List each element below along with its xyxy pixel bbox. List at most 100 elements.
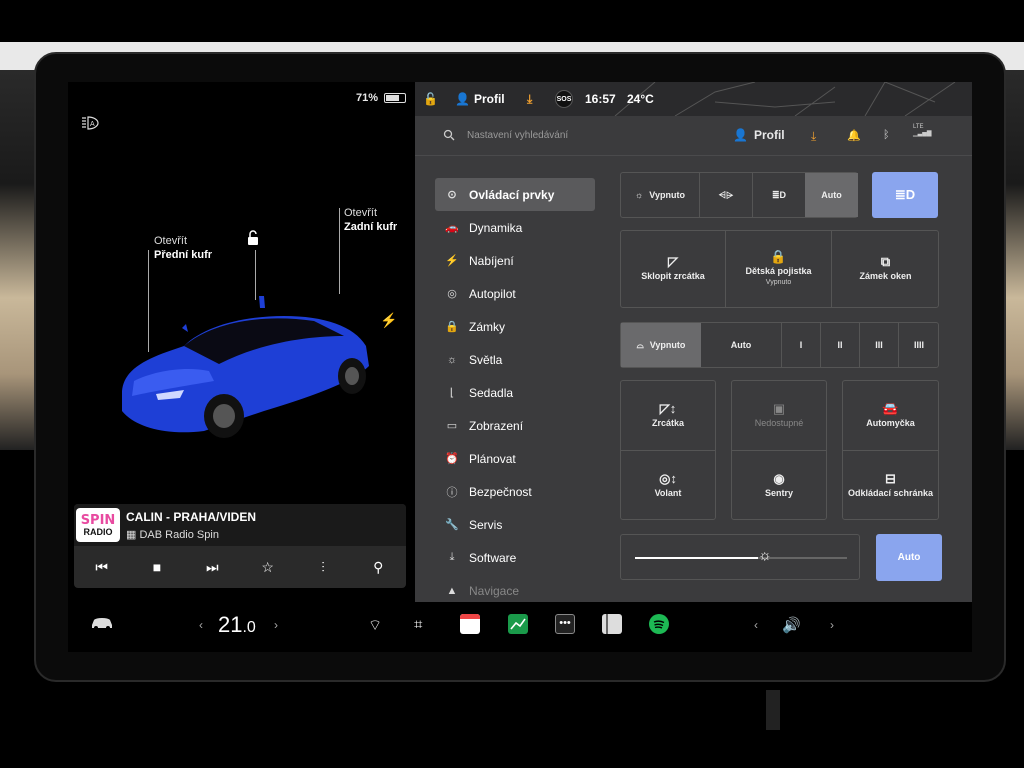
lights-off-button[interactable]: ☼ Vypnuto bbox=[621, 173, 699, 217]
wiper-speed-1[interactable]: I bbox=[782, 323, 820, 367]
media-player: SPIN RADIO CALIN - PRAHA/VIDEN ▦ DAB Rad… bbox=[74, 504, 406, 588]
sun-icon: ☼ bbox=[446, 353, 458, 366]
mirrors-button[interactable]: ◸↕ Zrcátka bbox=[621, 381, 715, 450]
menu-item-11[interactable]: ⤓ Software bbox=[435, 541, 595, 574]
bluetooth-icon[interactable]: ᛒ bbox=[883, 129, 895, 141]
sentry-group: ▣ Nedostupné ◉ Sentry bbox=[731, 380, 827, 520]
lock-status-icon[interactable]: 🔓 bbox=[423, 92, 438, 106]
rear-trunk-label[interactable]: Otevřít Zadní kufr bbox=[344, 206, 397, 234]
dashboard-trim-right bbox=[1004, 70, 1024, 450]
fold-mirrors-button[interactable]: ◸ Sklopit zrcátka bbox=[621, 231, 725, 307]
carwash-button[interactable]: 🚘 Automyčka bbox=[843, 381, 938, 450]
manual-app-icon[interactable] bbox=[602, 614, 622, 634]
brightness-slider[interactable]: ☼ bbox=[620, 534, 860, 580]
favorite-star-icon[interactable]: ☆ bbox=[256, 555, 280, 579]
wiper-speed-3[interactable]: III bbox=[860, 323, 898, 367]
front-trunk-label[interactable]: Otevřít Přední kufr bbox=[154, 234, 212, 262]
menu-item-label: Plánovat bbox=[469, 451, 516, 466]
bell-icon[interactable]: 🔔 bbox=[847, 129, 861, 142]
wipers-auto-button[interactable]: Auto bbox=[701, 323, 781, 367]
menu-item-3[interactable]: ◎ Autopilot bbox=[435, 277, 595, 310]
equalizer-icon[interactable]: ⫶ bbox=[311, 555, 335, 579]
navigation-icon: ▲ bbox=[446, 584, 458, 597]
volume-up-chevron-icon[interactable]: › bbox=[830, 618, 834, 632]
alarm-icon: ⏰ bbox=[445, 453, 459, 465]
calendar-app-icon[interactable] bbox=[460, 614, 480, 634]
download-icon[interactable]: ⤓ bbox=[527, 92, 532, 107]
auto-high-beam-button[interactable]: ≣D bbox=[872, 172, 938, 218]
low-beam-icon[interactable]: ≣D bbox=[753, 173, 805, 217]
child-lock-button[interactable]: 🔒 Dětská pojistka Vypnuto bbox=[726, 231, 831, 307]
menu-item-label: Bezpečnost bbox=[469, 484, 532, 499]
menu-item-label: Navigace bbox=[469, 583, 520, 598]
menu-item-9[interactable]: ⓘ Bezpečnost bbox=[435, 475, 595, 508]
sun-icon: ☼ bbox=[635, 189, 644, 200]
car-wash-icon: 🚘 bbox=[882, 400, 899, 416]
volume-down-chevron-icon[interactable]: ‹ bbox=[754, 618, 758, 632]
menu-item-label: Ovládací prvky bbox=[469, 187, 555, 202]
front-defrost-icon[interactable]: ⌗ bbox=[414, 616, 422, 633]
menu-item-5[interactable]: ☼ Světla bbox=[435, 343, 595, 376]
menu-item-10[interactable]: 🔧 Servis bbox=[435, 508, 595, 541]
profile-icon: 👤 bbox=[733, 128, 748, 142]
glovebox-button[interactable]: ⊟ Odkládací schránka bbox=[843, 451, 938, 520]
wipers-off-button[interactable]: ⌓ Vypnuto bbox=[621, 323, 701, 367]
search-input[interactable]: Nastavení vyhledávání bbox=[467, 130, 568, 141]
auto-headlights-icon[interactable]: A bbox=[80, 116, 100, 130]
menu-item-label: Servis bbox=[469, 517, 503, 532]
settings-search-bar: Nastavení vyhledávání 👤 Profil ⤓ 🔔 ᛒ LTE ▁… bbox=[415, 116, 972, 156]
touchscreen: 71% A Otevřít Přední kufr Otevřít Zadní … bbox=[68, 82, 972, 652]
volume-icon[interactable]: 🔊 bbox=[782, 616, 801, 634]
rear-defrost-icon[interactable]: ⌔ bbox=[368, 616, 382, 635]
search-icon bbox=[443, 129, 455, 141]
unlock-icon[interactable] bbox=[246, 230, 260, 246]
download-icon: ⤓ bbox=[449, 551, 455, 563]
status-profile[interactable]: 👤 Profil bbox=[455, 92, 505, 106]
menu-item-0[interactable]: ⊙ Ovládací prvky bbox=[435, 178, 595, 211]
menu-item-2[interactable]: ⚡ Nabíjení bbox=[435, 244, 595, 277]
battery-percent: 71% bbox=[355, 92, 378, 104]
car-icon[interactable] bbox=[90, 616, 114, 633]
glovebox-icon: ⊟ bbox=[885, 470, 896, 486]
rear-trunk-line bbox=[339, 208, 340, 294]
sentry-button[interactable]: ◉ Sentry bbox=[732, 451, 826, 520]
parking-lights-icon[interactable]: ⩤⩥ bbox=[700, 173, 752, 217]
next-icon[interactable]: ⏭ bbox=[200, 555, 224, 579]
lights-auto-button[interactable]: Auto bbox=[805, 173, 858, 217]
carwash-glovebox-group: 🚘 Automyčka ⊟ Odkládací schránka bbox=[842, 380, 939, 520]
wiper-icon: ⌓ bbox=[636, 339, 644, 350]
sentry-icon: ◉ bbox=[773, 470, 785, 486]
temp-down-chevron-icon[interactable]: ‹ bbox=[199, 618, 203, 632]
spotify-app-icon[interactable] bbox=[649, 614, 669, 634]
now-playing[interactable]: SPIN RADIO CALIN - PRAHA/VIDEN ▦ DAB Rad… bbox=[74, 504, 406, 546]
more-apps-icon[interactable]: ••• bbox=[555, 614, 575, 634]
charge-port-icon[interactable]: ⚡ bbox=[380, 312, 397, 329]
search-icon[interactable]: ⚲ bbox=[366, 555, 390, 579]
wiper-speed-2[interactable]: II bbox=[821, 323, 859, 367]
brightness-sun-icon[interactable]: ☼ bbox=[758, 547, 772, 564]
outside-temp: 24°C bbox=[627, 92, 654, 106]
window-lock-button[interactable]: ⧉ Zámek oken bbox=[832, 231, 939, 307]
menu-item-6[interactable]: ⌊ Sedadla bbox=[435, 376, 595, 409]
wiper-speed-4[interactable]: IIII bbox=[899, 323, 939, 367]
menu-item-4[interactable]: 🔒 Zámky bbox=[435, 310, 595, 343]
settings-menu: ⊙ Ovládací prvky 🚗 Dynamika ⚡ Nabíjení ◎ Autopi… bbox=[435, 178, 595, 607]
energy-app-icon[interactable] bbox=[508, 614, 528, 634]
menu-item-label: Sedadla bbox=[469, 385, 514, 400]
software-update-icon[interactable]: ⤓ bbox=[811, 129, 823, 143]
menu-item-label: Dynamika bbox=[469, 220, 523, 235]
menu-item-1[interactable]: 🚗 Dynamika bbox=[435, 211, 595, 244]
menu-item-8[interactable]: ⏰ Plánovat bbox=[435, 442, 595, 475]
brightness-auto-button[interactable]: Auto bbox=[876, 534, 942, 581]
toggle-icon: ⊙ bbox=[447, 189, 457, 201]
temp-up-chevron-icon[interactable]: › bbox=[274, 618, 278, 632]
steering-button[interactable]: ◎↕ Volant bbox=[621, 451, 715, 520]
child-lock-icon: 🔒 bbox=[770, 248, 787, 264]
wrench-icon: 🔧 bbox=[445, 519, 459, 531]
sos-button[interactable]: SOS bbox=[555, 90, 573, 108]
controls-panel: 🔓 👤 Profil ⤓ SOS 16:57 24°C Nastavení vy… bbox=[415, 82, 972, 602]
previous-icon[interactable]: ⏮ bbox=[90, 555, 114, 579]
profile-button[interactable]: 👤 Profil bbox=[733, 128, 785, 142]
stop-icon[interactable]: ■ bbox=[145, 555, 169, 579]
menu-item-7[interactable]: ▭ Zobrazení bbox=[435, 409, 595, 442]
